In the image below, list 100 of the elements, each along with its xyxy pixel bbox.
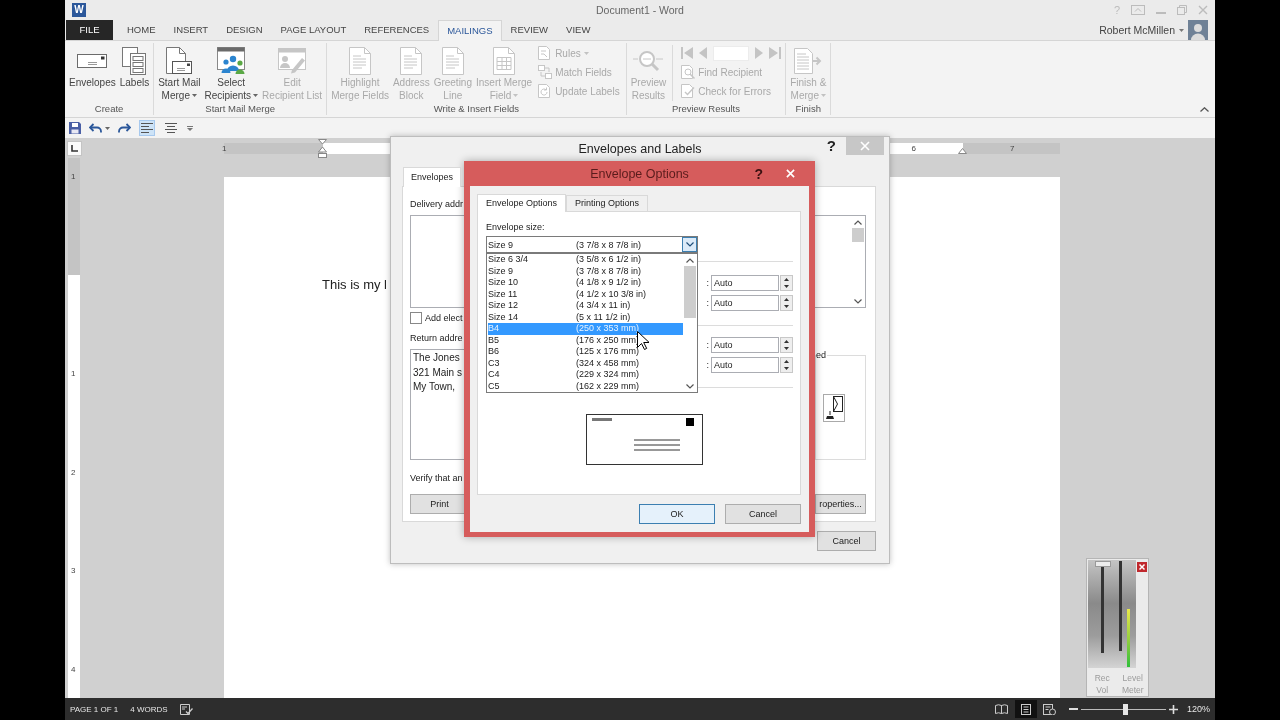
undo-icon[interactable]	[89, 123, 102, 133]
list-option[interactable]: Size 12 (4 3/4 x 11 in)	[488, 300, 683, 312]
triangle-up-icon	[784, 278, 789, 281]
chevron-up-icon[interactable]	[854, 220, 862, 225]
dialog-tab[interactable]: Envelopes	[403, 167, 462, 187]
scrollbar-thumb[interactable]	[852, 228, 864, 242]
indent-marker-icon[interactable]	[958, 147, 967, 154]
group-label: Preview Results	[670, 102, 741, 115]
slider-thumb[interactable]	[1094, 561, 1111, 567]
slider-thumb[interactable]	[1123, 703, 1129, 715]
field-label: Envelope size:	[486, 222, 545, 232]
ribbon-tab[interactable]: VIEW	[557, 20, 600, 40]
ribbon-tab[interactable]: REFERENCES	[355, 20, 439, 40]
plus-icon[interactable]	[1168, 704, 1178, 714]
spin-buttons[interactable]	[780, 295, 793, 311]
ok-button[interactable]: OK	[639, 504, 715, 524]
redo-icon[interactable]	[118, 123, 131, 133]
chevron-up-icon[interactable]	[1200, 107, 1209, 112]
triangle-down-icon	[784, 305, 789, 308]
checkbox-label: Add elect	[425, 312, 463, 324]
dropdown-field[interactable]: Size 9 (3 7/8 x 8 7/8 in)	[486, 236, 698, 253]
group-label: Create	[93, 102, 125, 115]
dropdown-button[interactable]	[682, 237, 697, 252]
caret-icon	[105, 126, 110, 130]
properties-button[interactable]: roperties...	[815, 494, 866, 514]
number-field[interactable]: Auto	[711, 337, 779, 353]
field-label: :	[706, 340, 709, 350]
field-label: Delivery addr	[410, 198, 464, 210]
ribbon-tab[interactable]: MAILINGS	[438, 20, 502, 41]
document-icon	[400, 46, 423, 75]
group-label: ed	[816, 349, 827, 361]
bar-caret-icon[interactable]	[187, 125, 193, 131]
chevron-up-icon[interactable]	[686, 258, 694, 263]
page-globe-icon	[1043, 703, 1057, 715]
chevron-down-icon[interactable]	[854, 299, 862, 304]
list-option[interactable]: C5 (162 x 229 mm)	[488, 380, 683, 392]
ribbon-tab[interactable]: REVIEW	[501, 20, 558, 40]
indent-marker-icon[interactable]	[318, 138, 327, 158]
ribbon-tab[interactable]: INSERT	[164, 20, 218, 40]
spin-buttons[interactable]	[780, 337, 793, 353]
tab-stop-icon	[71, 144, 78, 152]
ribbon-button[interactable]: Labels	[117, 43, 152, 90]
ribbon-tab[interactable]: DESIGN	[217, 20, 272, 40]
address-line: The Jones	[413, 351, 460, 365]
list-option[interactable]: Size 11 (4 1/2 x 10 3/8 in)	[488, 288, 683, 300]
ribbon-button[interactable]: Select Recipients	[202, 43, 261, 102]
align-left-button[interactable]	[139, 120, 155, 136]
field-label: :	[706, 278, 709, 288]
page-check-icon[interactable]	[179, 703, 193, 715]
field-label: Return addre	[410, 332, 463, 344]
ruler-number: 3	[71, 566, 76, 576]
document-icon	[349, 46, 372, 75]
zoom-level[interactable]: 120%	[1186, 704, 1210, 714]
spin-buttons[interactable]	[780, 275, 793, 291]
save-icon[interactable]	[69, 122, 81, 134]
dialog-title: Envelopes and Labels	[578, 141, 702, 156]
app-logo: W	[72, 3, 86, 17]
dialog-tab[interactable]: Printing Options	[566, 195, 649, 211]
chevron-down-icon[interactable]	[686, 384, 694, 389]
center-button[interactable]	[163, 120, 179, 136]
envelope-feed-icon[interactable]	[823, 393, 845, 422]
list-option[interactable]: C3 (324 x 458 mm)	[488, 357, 683, 369]
envelope-icon	[77, 53, 108, 68]
ribbon-button[interactable]: Envelopes	[67, 43, 118, 90]
help-button[interactable]: ?	[826, 137, 836, 155]
triangle-up-icon	[784, 298, 789, 301]
account-name[interactable]: Robert McMillen	[1099, 24, 1175, 36]
scrollbar-thumb[interactable]	[684, 266, 696, 318]
cancel-button[interactable]: Cancel	[817, 531, 876, 551]
number-field[interactable]: Auto	[711, 295, 779, 311]
file-tab[interactable]: FILE	[66, 20, 113, 40]
document-table-icon	[493, 46, 516, 75]
help-button[interactable]: ?	[754, 165, 763, 182]
list-pencil-icon	[278, 47, 307, 74]
page-count[interactable]: PAGE 1 OF 1	[70, 704, 119, 714]
group-label: Finish	[794, 102, 822, 115]
number-field[interactable]: Auto	[711, 275, 779, 291]
triangle-up-icon	[784, 360, 789, 363]
ribbon-button[interactable]: Start Mail Merge	[156, 43, 203, 102]
chevron-down-icon	[685, 242, 694, 247]
tab-selector[interactable]	[67, 140, 82, 156]
list-option[interactable]: Size 6 3/4 (3 5/8 x 6 1/2 in)	[488, 254, 683, 266]
list-option[interactable]: B6 (125 x 176 mm)	[488, 346, 683, 358]
list-option[interactable]: Size 14 (5 x 11 1/2 in)	[488, 311, 683, 323]
list-option[interactable]: C4 (229 x 324 mm)	[488, 369, 683, 381]
ribbon-tab[interactable]: PAGE LAYOUT	[271, 20, 356, 40]
print-layout-button[interactable]	[1014, 700, 1037, 718]
ribbon-tab[interactable]: HOME	[118, 20, 165, 40]
list-option[interactable]: Size 9 (3 7/8 x 8 7/8 in)	[488, 265, 683, 277]
number-field[interactable]: Auto	[711, 357, 779, 373]
instruction-text: Verify that an	[410, 472, 463, 484]
cancel-button[interactable]: Cancel	[725, 504, 801, 524]
list-option[interactable]: Size 10 (4 1/8 x 9 1/2 in)	[488, 277, 683, 289]
spin-buttons[interactable]	[780, 357, 793, 373]
minus-icon[interactable]	[1068, 708, 1078, 710]
align-center-icon	[165, 123, 177, 133]
checkbox[interactable]	[410, 312, 422, 324]
word-count[interactable]: 4 WORDS	[130, 704, 168, 714]
avatar-silhouette-icon[interactable]	[1188, 20, 1208, 40]
dialog-tab[interactable]: Envelope Options	[477, 194, 567, 212]
